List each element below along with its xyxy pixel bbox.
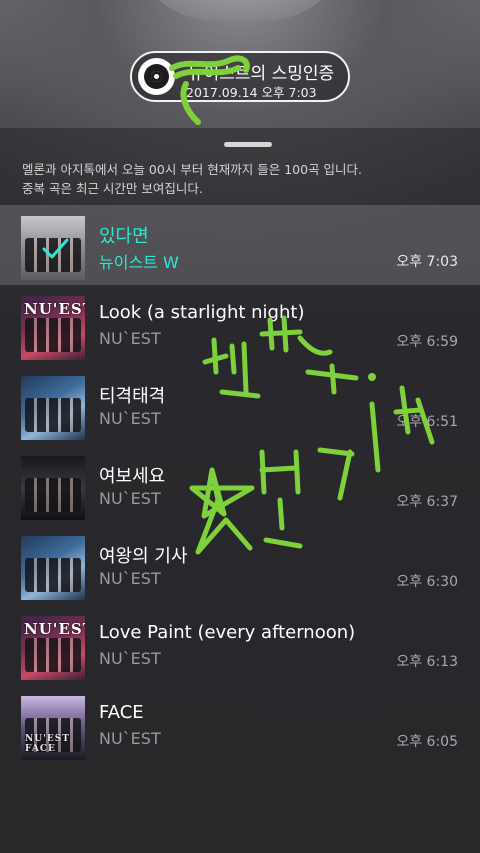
song-title: Look (a starlight night)	[99, 302, 305, 323]
song-title: 여보세요	[99, 466, 166, 487]
play-time: 오후 6:05	[396, 734, 458, 750]
song-artist: NU`EST	[99, 409, 161, 428]
play-time: 오후 6:51	[396, 414, 458, 430]
song-row-6[interactable]: NU'EST Love Paint (every afternoon) NU`E…	[0, 605, 480, 685]
song-artist: NU`EST	[99, 329, 161, 348]
recent-songs-sheet: 멜론과 아지톡에서 오늘 00시 부터 현재까지 들은 100곡 입니다. 중복…	[0, 128, 480, 853]
song-artist: NU`EST	[99, 649, 161, 668]
album-cover: NU'EST FACE	[21, 696, 85, 760]
song-title: FACE	[99, 702, 144, 723]
song-title: 여왕의 기사	[99, 546, 188, 567]
song-row-4[interactable]: 여보세요 NU`EST 오후 6:37	[0, 445, 480, 525]
album-cover: NU'EST	[21, 296, 85, 360]
song-title: Love Paint (every afternoon)	[99, 622, 356, 643]
album-cover: NU'EST	[21, 616, 85, 680]
cover-text: NU'EST	[24, 300, 85, 318]
cover-text: NU'EST	[24, 620, 85, 638]
song-artist: NU`EST	[99, 489, 161, 508]
album-cover	[21, 456, 85, 520]
album-cover	[21, 216, 85, 280]
play-time: 오후 6:30	[396, 574, 458, 590]
certificate-title: 뉴이스트의 스밍인증	[188, 64, 335, 84]
play-time: 오후 6:59	[396, 334, 458, 350]
info-line-2: 중복 곡은 최근 시간만 보여집니다.	[22, 181, 203, 196]
cover-photo	[25, 558, 81, 592]
certificate-datetime: 2017.09.14 오후 7:03	[186, 85, 317, 100]
song-row-1[interactable]: 있다면 뉴이스트 W 오후 7:03	[0, 205, 480, 285]
song-title: 티격태격	[99, 386, 166, 407]
drag-handle[interactable]	[224, 142, 272, 147]
album-cover	[21, 376, 85, 440]
song-artist: NU`EST	[99, 729, 161, 748]
song-row-2[interactable]: NU'EST Look (a starlight night) NU`EST 오…	[0, 285, 480, 365]
streaming-certificate-badge[interactable]: 뉴이스트의 스밍인증 2017.09.14 오후 7:03	[130, 51, 350, 102]
play-time: 오후 7:03	[396, 254, 458, 270]
song-row-5[interactable]: 여왕의 기사 NU`EST 오후 6:30	[0, 525, 480, 605]
cover-text: NU'EST FACE	[25, 734, 70, 754]
cover-photo	[25, 478, 81, 512]
song-row-7[interactable]: NU'EST FACE FACE NU`EST 오후 6:05	[0, 685, 480, 765]
check-icon	[42, 238, 69, 259]
play-time: 오후 6:37	[396, 494, 458, 510]
cover-photo	[25, 318, 81, 352]
song-artist: NU`EST	[99, 569, 161, 588]
song-artist: 뉴이스트 W	[99, 253, 179, 272]
info-line-1: 멜론과 아지톡에서 오늘 00시 부터 현재까지 들은 100곡 입니다.	[22, 162, 363, 177]
song-row-3[interactable]: 티격태격 NU`EST 오후 6:51	[0, 365, 480, 445]
cover-photo	[25, 398, 81, 432]
cover-photo	[25, 638, 81, 672]
info-text: 멜론과 아지톡에서 오늘 00시 부터 현재까지 들은 100곡 입니다. 중복…	[22, 160, 362, 198]
album-cover	[21, 536, 85, 600]
disc-icon	[138, 58, 175, 95]
song-title: 있다면	[99, 226, 149, 247]
play-time: 오후 6:13	[396, 654, 458, 670]
